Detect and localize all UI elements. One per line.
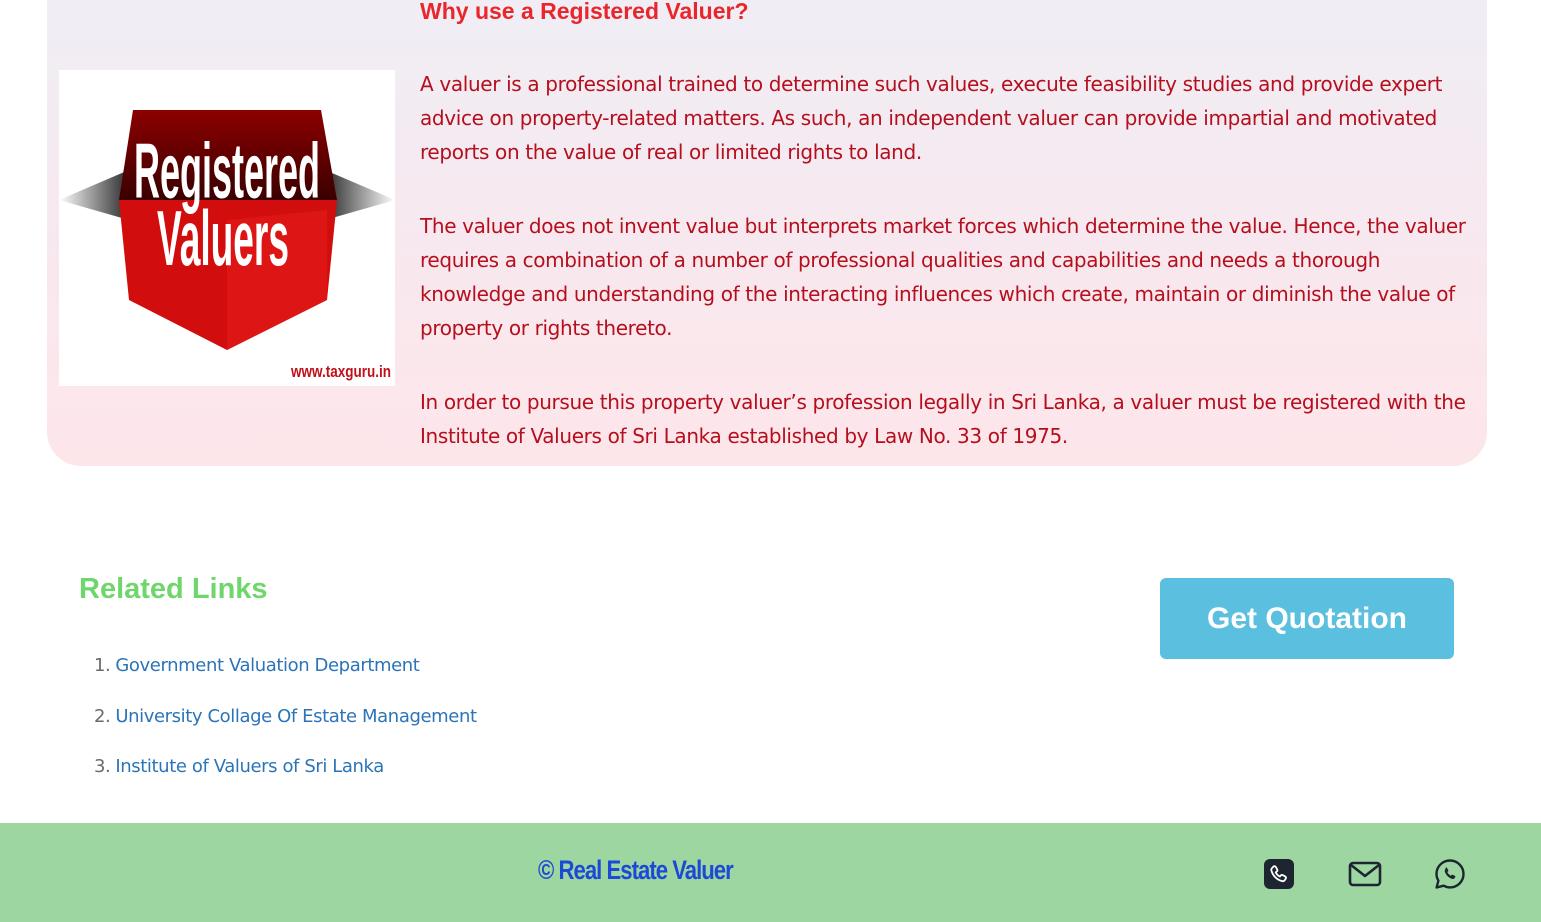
get-quotation-button[interactable]: Get Quotation	[1160, 578, 1454, 659]
svg-text:Valuers: Valuers	[157, 194, 289, 281]
link-university-collage-of-estate-management[interactable]: University Collage Of Estate Management	[115, 706, 477, 727]
hero-title: Why use a Registered Valuer?	[420, 0, 749, 24]
link-institute-of-valuers[interactable]: Institute of Valuers of Sri Lanka	[115, 756, 384, 777]
list-number: 1.	[94, 655, 111, 676]
list-number: 2.	[94, 705, 111, 727]
phone-icon[interactable]	[1262, 857, 1296, 891]
hero-paragraph-1: A valuer is a professional trained to de…	[420, 72, 1443, 164]
related-links-list: 1. Government Valuation Department 2. Univ…	[94, 655, 477, 807]
registered-valuers-image: Registered Valuers www.taxguru.in	[59, 70, 395, 386]
hero-paragraph-3: In order to pursue this property valuer’…	[420, 390, 1466, 448]
mail-icon[interactable]	[1348, 857, 1382, 891]
image-watermark: www.taxguru.in	[290, 362, 391, 381]
hero-paragraph-2: The valuer does not invent value but int…	[420, 214, 1466, 340]
link-government-valuation-department[interactable]: Government Valuation Department	[115, 655, 419, 676]
list-item: 2. University Collage Of Estate Managemen…	[94, 706, 477, 757]
footer-copyright: © Real Estate Valuer	[538, 855, 734, 885]
footer: © Real Estate Valuer	[0, 823, 1541, 922]
list-item: 1. Government Valuation Department	[94, 655, 477, 706]
list-item: 3. Institute of Valuers of Sri Lanka	[94, 756, 477, 807]
whatsapp-icon[interactable]	[1433, 857, 1467, 891]
list-number: 3.	[94, 756, 111, 777]
related-links-title: Related Links	[79, 573, 268, 605]
